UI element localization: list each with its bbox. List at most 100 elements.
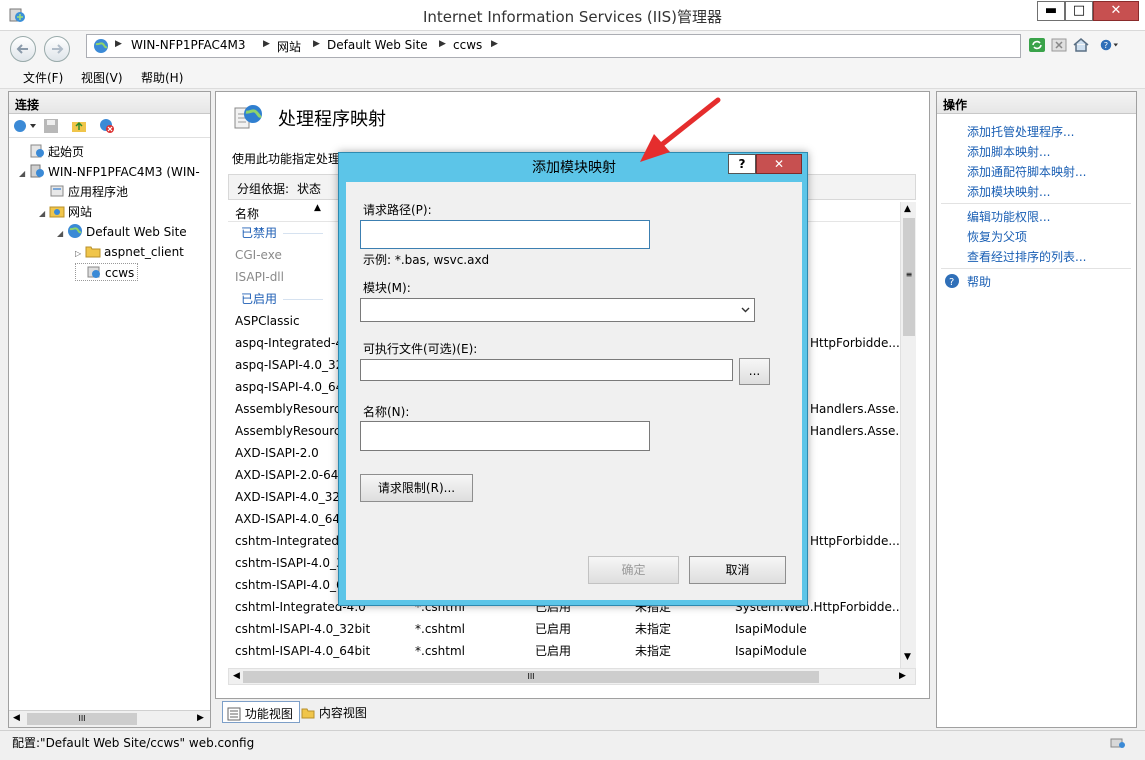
save-icon[interactable] [43, 118, 59, 134]
title-bar: Internet Information Services (IIS)管理器 ▬… [0, 0, 1145, 31]
action-revert-to-parent[interactable]: 恢复为父项 [967, 228, 1027, 245]
name-input[interactable] [360, 421, 650, 451]
cancel-button[interactable]: 取消 [689, 556, 786, 584]
grid-vscroll-thumb[interactable]: ≡ [903, 218, 915, 336]
actions-divider [941, 268, 1131, 269]
maximize-button[interactable]: □ [1065, 1, 1093, 21]
help-icon: ? [945, 274, 959, 288]
tree-item-aspnet-client[interactable]: ▷ aspnet_client [75, 243, 184, 261]
breadcrumb-sites[interactable]: 网站 [277, 38, 301, 55]
back-button[interactable] [10, 36, 36, 62]
cell-name: AXD-ISAPI-2.0 [235, 446, 319, 460]
grid-horizontal-scrollbar[interactable]: ◀ III ▶ [228, 668, 916, 685]
module-label: 模块(M): [363, 281, 411, 295]
tab-content-view[interactable]: 内容视图 [297, 701, 373, 723]
breadcrumb-server[interactable]: WIN-NFP1PFAC4M3 [131, 38, 246, 52]
menu-view[interactable]: 视图(V) [81, 69, 123, 86]
cell-name: aspq-ISAPI-4.0_32 [235, 358, 344, 372]
sort-ascending-icon: ▲ [314, 203, 321, 213]
tree-item-app-pools[interactable]: 应用程序池 [39, 183, 128, 201]
dialog-close-button[interactable]: ✕ [756, 154, 802, 174]
executable-input[interactable] [360, 359, 733, 381]
scroll-down-icon[interactable]: ▼ [904, 652, 911, 662]
minimize-button[interactable]: ▬ [1037, 1, 1065, 21]
cell-name: AXD-ISAPI-2.0-64 [235, 468, 339, 482]
menu-bar: 文件(F) 视图(V) 帮助(H) [0, 64, 1145, 89]
tree-item-sites[interactable]: ◢ 网站 [39, 203, 92, 221]
refresh-icon[interactable] [1028, 36, 1046, 54]
cell-handler: HttpForbidde... [810, 534, 900, 548]
dialog-help-button[interactable]: ? [728, 154, 756, 174]
forward-button[interactable] [44, 36, 70, 62]
request-path-input[interactable] [360, 220, 650, 249]
left-scroll-thumb[interactable]: III [27, 713, 137, 725]
tree-item-server[interactable]: ◢ WIN-NFP1PFAC4M3 (WIN- [19, 163, 200, 181]
globe-icon [68, 224, 82, 238]
scroll-left-icon[interactable]: ◀ [13, 713, 20, 723]
breadcrumb-separator: ▶ [313, 39, 320, 49]
scroll-right-icon[interactable]: ▶ [899, 671, 906, 681]
breadcrumb-default-web-site[interactable]: Default Web Site [327, 38, 428, 52]
stop-icon[interactable] [1050, 36, 1068, 54]
page-title: 处理程序映射 [278, 109, 386, 130]
tree-item-start-page[interactable]: 起始页 [19, 143, 84, 161]
connections-panel: 连接 起始页 ◢ WIN-NFP1PFAC4M3 (WIN- 应用程序池 ◢ 网站 … [8, 91, 211, 728]
view-tabs: 功能视图 内容视图 [220, 700, 620, 724]
grid-vertical-scrollbar[interactable]: ▲ ≡ ▼ [900, 202, 916, 668]
action-add-wildcard-script-map[interactable]: 添加通配符脚本映射... [967, 163, 1086, 180]
cell-type: 未指定 [635, 644, 672, 658]
request-restrictions-button[interactable]: 请求限制(R)... [360, 474, 473, 502]
browse-executable-button[interactable]: ... [739, 358, 770, 385]
cell-path: *.cshtml [415, 622, 465, 636]
address-bar[interactable]: ▶ WIN-NFP1PFAC4M3 ▶ 网站 ▶ Default Web Sit… [86, 34, 1021, 58]
globe-icon [94, 39, 108, 53]
cell-name: aspq-ISAPI-4.0_64 [235, 380, 344, 394]
menu-help[interactable]: 帮助(H) [141, 69, 183, 86]
scroll-right-icon[interactable]: ▶ [197, 713, 204, 723]
disconnect-icon[interactable] [99, 118, 115, 134]
table-row[interactable]: cshtml-ISAPI-4.0_32bit *.cshtml 已启用 未指定 Isap… [235, 618, 895, 640]
grid-hscroll-thumb[interactable]: III [243, 671, 819, 683]
cell-name: ASPClassic [235, 314, 300, 328]
tree-item-ccws[interactable]: ccws [75, 263, 139, 281]
scroll-up-icon[interactable]: ▲ [904, 204, 911, 214]
ok-button[interactable]: 确定 [588, 556, 679, 584]
home-icon[interactable] [1072, 36, 1090, 54]
breadcrumb-ccws[interactable]: ccws [453, 38, 482, 52]
up-folder-icon[interactable] [71, 118, 87, 134]
cell-path: *.cshtml [415, 644, 465, 658]
forward-arrow-icon [52, 44, 64, 54]
connect-icon[interactable] [13, 118, 37, 134]
tree-item-default-web-site[interactable]: ◢ Default Web Site [57, 223, 187, 241]
action-add-script-map[interactable]: 添加脚本映射... [967, 143, 1050, 160]
cell-handler: HttpForbidde... [810, 336, 900, 350]
tab-features-view[interactable]: 功能视图 [222, 701, 300, 723]
help-dropdown-icon[interactable]: ? [1100, 36, 1118, 54]
menu-file[interactable]: 文件(F) [23, 69, 63, 86]
request-path-example: 示例: *.bas, wsvc.axd [363, 253, 490, 267]
connections-toolbar [9, 114, 210, 138]
table-row[interactable]: cshtml-ISAPI-4.0_64bit *.cshtml 已启用 未指定 Isap… [235, 640, 895, 662]
scroll-left-icon[interactable]: ◀ [233, 671, 240, 681]
close-window-button[interactable]: ✕ [1093, 1, 1139, 21]
action-add-module-mapping[interactable]: 添加模块映射... [967, 183, 1050, 200]
action-help[interactable]: 帮助 [967, 273, 991, 290]
handler-mappings-icon [234, 105, 262, 129]
dialog-body: 请求路径(P): 示例: *.bas, wsvc.axd 模块(M): 可执行文… [346, 182, 802, 600]
action-add-managed-handler[interactable]: 添加托管处理程序... [967, 123, 1074, 140]
status-text: 配置:"Default Web Site/ccws" web.config [12, 736, 255, 750]
breadcrumb-separator: ▶ [263, 39, 270, 49]
action-edit-feature-permissions[interactable]: 编辑功能权限... [967, 208, 1050, 225]
app-icon [87, 266, 100, 278]
left-horizontal-scrollbar[interactable]: ◀ III ▶ [9, 710, 210, 727]
cell-name: AssemblyResourc [235, 402, 341, 416]
page-description: 使用此功能指定处理 [232, 152, 341, 166]
cell-type: 未指定 [635, 622, 672, 636]
request-path-label: 请求路径(P): [363, 203, 432, 217]
chevron-down-icon [741, 307, 750, 313]
column-header-name[interactable]: 名称 [235, 205, 259, 222]
cell-state: 已启用 [535, 622, 572, 636]
group-by-dropdown[interactable]: 状态 [297, 180, 321, 197]
action-view-ordered-list[interactable]: 查看经过排序的列表... [967, 248, 1086, 265]
module-select[interactable] [360, 298, 755, 322]
